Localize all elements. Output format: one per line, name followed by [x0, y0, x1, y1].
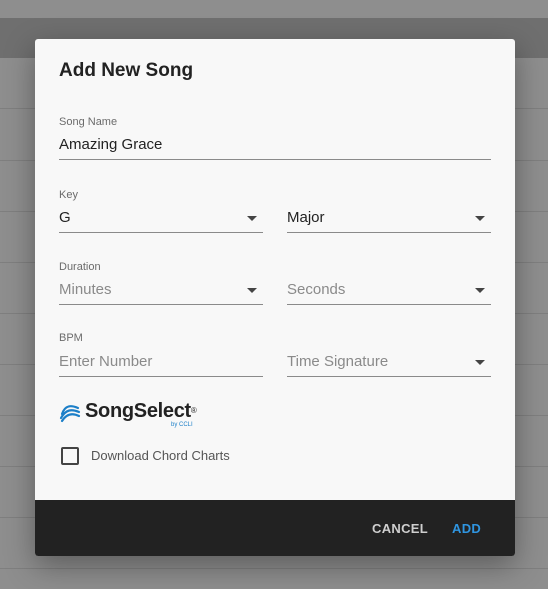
songselect-wordmark: SongSelect®	[85, 400, 197, 422]
background-row-divider	[0, 568, 548, 569]
mode-select[interactable]: Major	[287, 205, 491, 233]
song-name-input[interactable]: Amazing Grace	[59, 132, 491, 160]
song-name-value: Amazing Grace	[59, 136, 163, 153]
bpm-placeholder: Enter Number	[59, 353, 153, 370]
songselect-byline: by CCLI	[171, 422, 193, 428]
time-signature-placeholder: Time Signature	[287, 353, 389, 370]
dialog-title: Add New Song	[59, 60, 194, 81]
songselect-brand-text: SongSelect	[85, 400, 191, 422]
duration-label: Duration	[59, 261, 101, 273]
chevron-down-icon	[247, 288, 257, 293]
download-chord-charts-label[interactable]: Download Chord Charts	[91, 447, 230, 465]
minutes-select[interactable]: Minutes	[59, 277, 263, 305]
time-signature-select[interactable]: Time Signature	[287, 349, 491, 377]
bpm-label: BPM	[59, 332, 83, 344]
chevron-down-icon	[475, 288, 485, 293]
minutes-placeholder: Minutes	[59, 281, 112, 298]
mode-value: Major	[287, 209, 325, 226]
bpm-input[interactable]: Enter Number	[59, 349, 263, 377]
song-name-label: Song Name	[59, 116, 118, 128]
chevron-down-icon	[475, 360, 485, 365]
key-value: G	[59, 209, 71, 226]
add-song-dialog: Add New Song Song Name Amazing Grace Key…	[35, 39, 515, 556]
add-button[interactable]: ADD	[452, 521, 481, 537]
key-label: Key	[59, 189, 78, 201]
key-select[interactable]: G	[59, 205, 263, 233]
dialog-footer: CANCEL ADD	[35, 500, 515, 556]
chevron-down-icon	[475, 216, 485, 221]
songselect-logo-icon	[59, 405, 81, 423]
chevron-down-icon	[247, 216, 257, 221]
cancel-button[interactable]: CANCEL	[372, 521, 428, 537]
songselect-trademark: ®	[190, 406, 197, 415]
seconds-select[interactable]: Seconds	[287, 277, 491, 305]
seconds-placeholder: Seconds	[287, 281, 346, 298]
download-chord-charts-checkbox[interactable]	[61, 447, 79, 465]
songselect-logo: SongSelect® by CCLI	[59, 399, 204, 431]
